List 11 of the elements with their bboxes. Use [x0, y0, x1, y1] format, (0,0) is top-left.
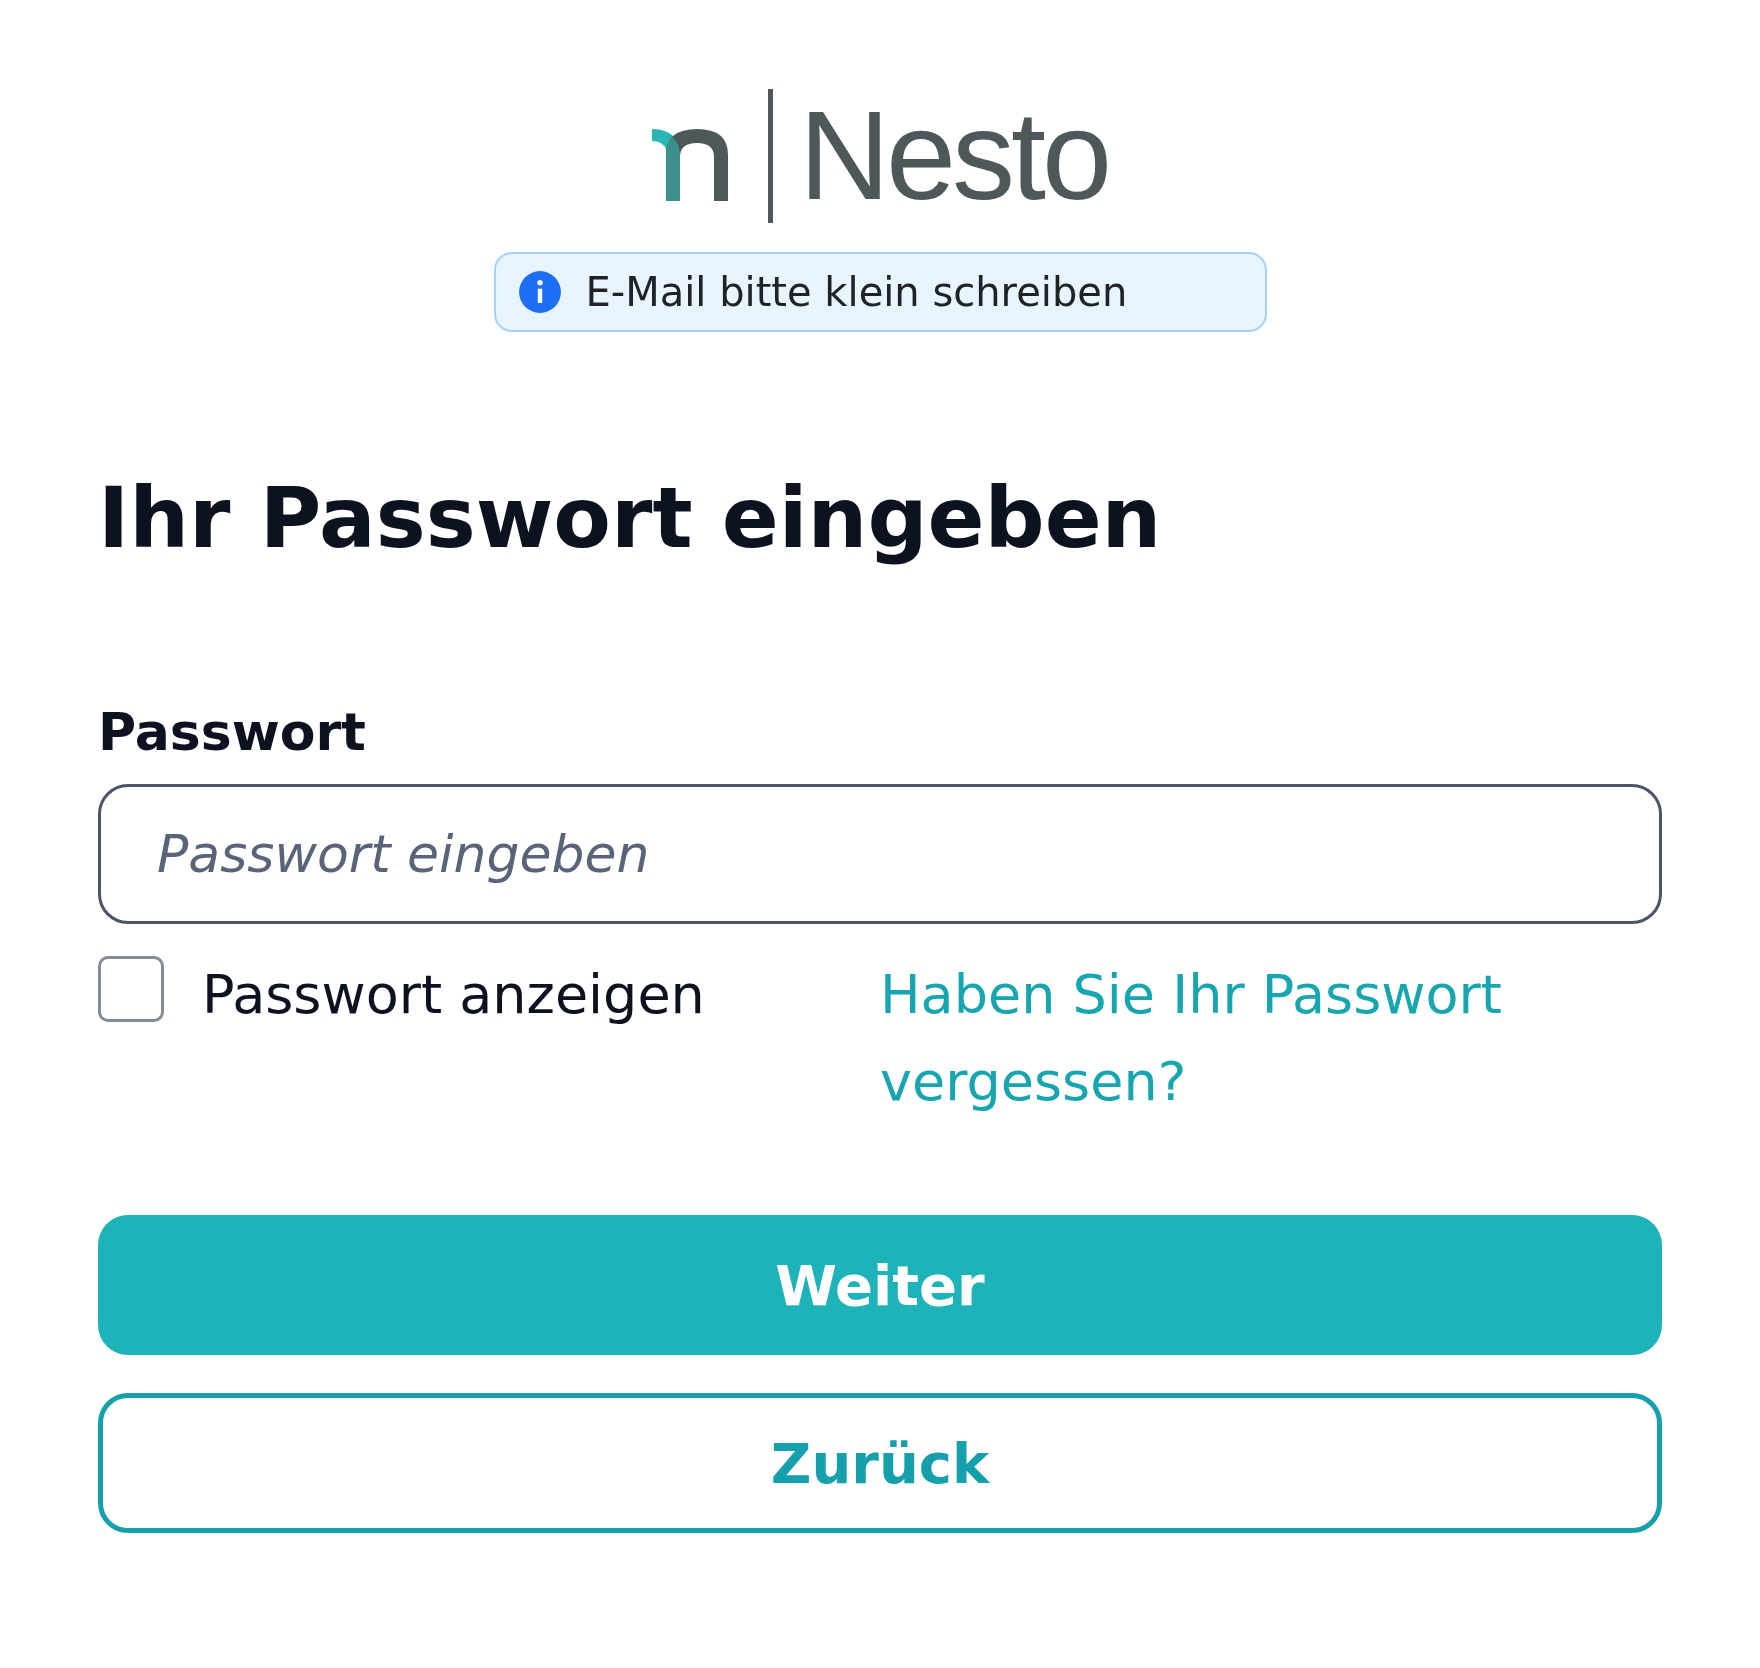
page-heading: Ihr Passwort eingeben	[98, 472, 1163, 565]
logo-wordmark: Nesto	[798, 93, 1109, 219]
password-label: Passwort	[98, 702, 367, 763]
info-icon	[517, 270, 562, 314]
forgot-password-link[interactable]: Haben Sie Ihr Passwort vergessen?	[880, 952, 1640, 1126]
back-button[interactable]: Zurück	[98, 1393, 1662, 1534]
continue-button[interactable]: Weiter	[98, 1215, 1662, 1356]
password-field[interactable]: Passwort eingeben	[98, 784, 1662, 925]
checkbox[interactable]	[98, 956, 164, 1023]
checkbox-label: Passwort anzeigen	[202, 962, 705, 1029]
notice-text: E-Mail bitte klein schreiben	[585, 269, 1128, 315]
